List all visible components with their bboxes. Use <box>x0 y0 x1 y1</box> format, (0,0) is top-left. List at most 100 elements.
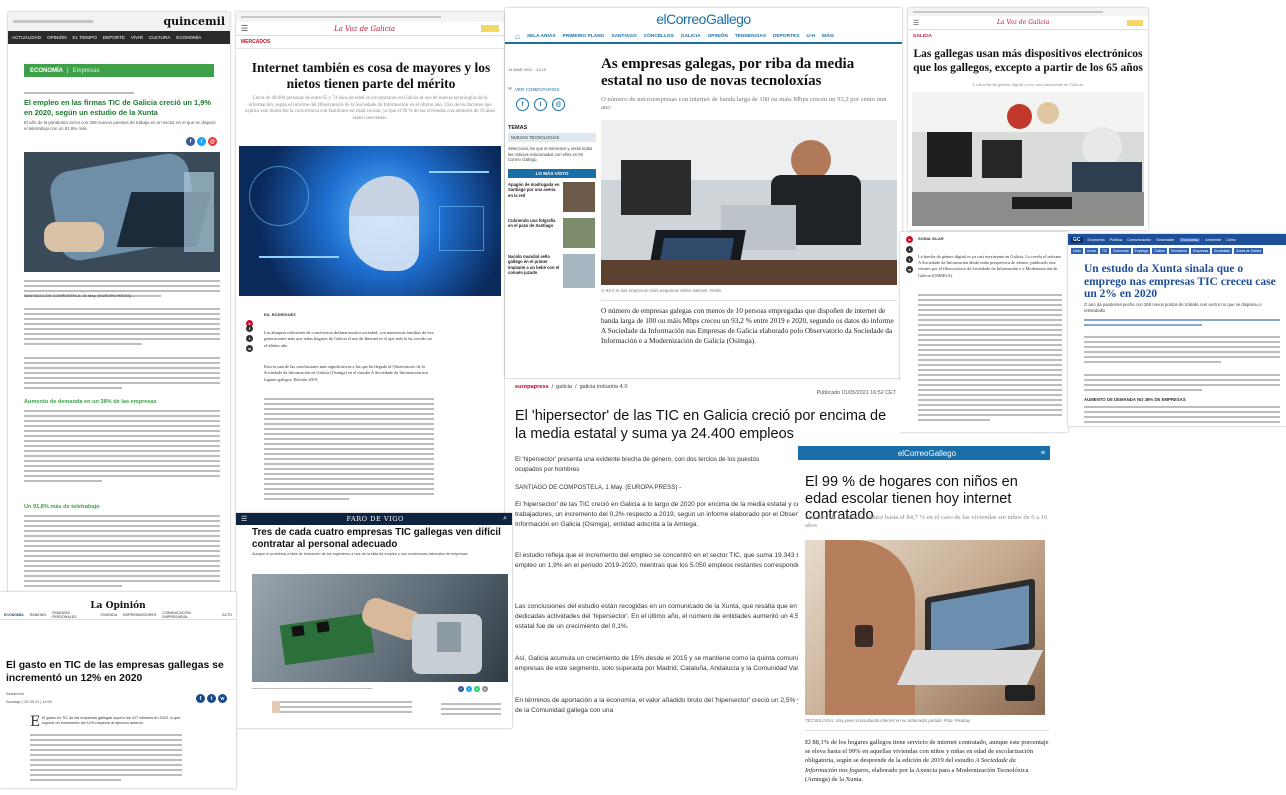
nav-item[interactable]: VIVIENDA <box>100 613 117 617</box>
menu-icon[interactable]: ≡ <box>1041 450 1045 457</box>
tag[interactable]: Xunta <box>1084 248 1098 254</box>
nav-item[interactable]: Comunicación <box>1127 238 1151 242</box>
facebook-icon[interactable]: f <box>906 246 913 253</box>
faro-logo[interactable]: FARO DE VIGO <box>346 515 403 523</box>
most-viewed-thumb <box>563 253 595 288</box>
voz1-section[interactable]: MERCADOS <box>236 36 504 49</box>
tag[interactable]: Galicia <box>1152 248 1167 254</box>
nav-item[interactable]: ACTU <box>222 613 232 617</box>
nav-item[interactable]: COMUNICACIÓN EMPRESARIAL <box>162 611 216 619</box>
quincemil-topbar-links[interactable] <box>13 20 93 23</box>
tag[interactable]: Empresas <box>1190 248 1211 254</box>
article-photo-circuit-board <box>252 574 508 682</box>
tag[interactable]: Inicio <box>1071 248 1083 254</box>
article-title: El empleo en las firmas TIC de Galicia c… <box>24 98 211 117</box>
article-photo-robot-head <box>239 146 501 296</box>
nav-item[interactable]: CULTURA <box>149 35 170 40</box>
email-icon[interactable]: @ <box>208 137 217 146</box>
search-icon[interactable]: ⌕ <box>503 515 507 523</box>
tag[interactable]: Emprego <box>1132 248 1151 254</box>
twitter-icon[interactable]: t <box>534 98 547 111</box>
twitter-icon[interactable]: t <box>466 686 472 692</box>
menu-icon[interactable]: ☰ <box>913 19 919 27</box>
article-date: 14 MAR 2021 · 13:19 <box>508 67 547 72</box>
voz2-section[interactable]: GALICIA <box>908 30 1148 41</box>
voz1-topbar-links[interactable] <box>241 16 441 18</box>
nav-item[interactable]: ECONOMÍA <box>4 613 24 617</box>
nav-item[interactable]: TENDENCIAS <box>735 34 766 39</box>
email-icon[interactable]: @ <box>482 686 488 692</box>
comments-link[interactable]: ✉ VER COMENTARIOS <box>508 86 596 92</box>
nav-item[interactable]: Cienc <box>1226 238 1236 242</box>
voz2-logo[interactable]: La Voz de Galicia <box>997 19 1049 26</box>
nav-item[interactable]: XELA ARIAS <box>527 34 556 39</box>
correo1-logo[interactable]: elCorreoGallego <box>656 11 751 27</box>
facebook-icon[interactable]: f <box>196 694 205 703</box>
nav-item[interactable]: CONCELLOS <box>644 34 674 39</box>
nav-item[interactable]: OPINIÓN <box>47 35 66 40</box>
facebook-icon[interactable]: f <box>458 686 464 692</box>
whatsapp-icon[interactable]: w <box>906 266 913 273</box>
correo2-logo[interactable]: elCorreoGallego <box>898 449 956 458</box>
facebook-icon[interactable]: f <box>246 325 253 332</box>
most-viewed-item[interactable]: Cubriendo una fotgrafía en el pazo de Sa… <box>508 217 596 248</box>
breadcrumb-item[interactable]: galicia <box>556 384 572 390</box>
menu-icon[interactable]: ☰ <box>241 515 247 523</box>
nav-item[interactable]: ECONOMÍA <box>176 35 201 40</box>
most-viewed-title: Nacido mundial sello gallego en el prime… <box>508 253 560 275</box>
nav-item[interactable]: EL TIEMPO <box>73 35 97 40</box>
tag[interactable]: Tecnoloxía <box>1168 248 1189 254</box>
nav-item[interactable]: SANTIAGO <box>611 34 636 39</box>
nav-item[interactable]: ACTUALIDAD <box>12 35 41 40</box>
whatsapp-icon[interactable]: w <box>246 345 253 352</box>
article-body-block-3 <box>24 357 220 392</box>
nav-item[interactable]: Economía <box>1088 238 1105 242</box>
facebook-icon[interactable]: f <box>186 137 195 146</box>
nav-item[interactable]: U-H <box>806 34 815 39</box>
article-body-block-4 <box>24 410 220 485</box>
subscribe-button[interactable] <box>1126 19 1143 26</box>
twitter-icon[interactable]: t <box>207 694 216 703</box>
quincemil-logo[interactable]: quincemil <box>163 15 225 28</box>
nav-item[interactable]: EMPRENDEDORES <box>123 613 156 617</box>
opinion-logo[interactable]: La Opinión <box>90 601 145 611</box>
xunta-logo[interactable]: GC <box>1071 236 1083 243</box>
voz1-logo[interactable]: La Voz de Galicia <box>334 25 395 33</box>
twitter-icon[interactable]: t <box>197 137 206 146</box>
subscribe-button[interactable] <box>481 25 499 32</box>
nav-item[interactable]: RANKING <box>30 613 46 617</box>
whatsapp-icon[interactable]: w <box>474 686 480 692</box>
email-icon[interactable]: @ <box>552 98 565 111</box>
most-viewed-item[interactable]: Apagón de madrugada en Santiago por una … <box>508 181 596 212</box>
nav-item[interactable]: Sociedade <box>1156 238 1174 242</box>
most-viewed-item[interactable]: Nacido mundial sello gallego en el prime… <box>508 253 596 288</box>
nav-item[interactable]: DEPORTES <box>773 34 799 39</box>
whatsapp-icon[interactable]: w <box>218 694 227 703</box>
nav-item[interactable]: Economía <box>1179 237 1201 242</box>
nav-item[interactable]: Política <box>1110 238 1122 242</box>
nav-item[interactable]: Ambiente <box>1205 238 1221 242</box>
nav-item[interactable]: DEPORTE <box>103 35 125 40</box>
tag[interactable]: Economía <box>1111 248 1131 254</box>
nav-item[interactable]: MÁIS <box>822 34 834 39</box>
home-icon[interactable]: ⌂ <box>515 32 520 41</box>
section-banner[interactable]: ECONOMÍA | Empresas <box>24 64 214 77</box>
correo1-nav: ⌂ XELA ARIAS PRIMEIRO PLANO SANTIAGO CON… <box>505 30 902 44</box>
menu-icon[interactable]: ☰ <box>241 24 248 33</box>
nav-item[interactable]: PRIMEIRO PLANO <box>563 34 605 39</box>
temas-tag[interactable]: NUEVAS TECNOLOGÍAS <box>508 133 596 142</box>
nav-item[interactable]: GALICIA <box>681 34 701 39</box>
nav-item[interactable]: VIVIR <box>131 35 143 40</box>
facebook-icon[interactable]: f <box>516 98 529 111</box>
tag[interactable]: Xunta de Galicia <box>1234 248 1264 254</box>
twitter-icon[interactable]: t <box>246 335 253 342</box>
tag[interactable]: TIC <box>1099 248 1110 254</box>
ep-brand[interactable]: europapress <box>515 384 549 390</box>
breadcrumb-item[interactable]: galicia industria 4.0 <box>580 384 628 390</box>
twitter-icon[interactable]: t <box>906 256 913 263</box>
nav-item[interactable]: FINANZAS PERSONALES <box>52 611 94 619</box>
nav-item[interactable]: OPINIÓN <box>708 34 728 39</box>
clipping-voz-dispositivos: ☰ La Voz de Galicia GALICIA Las gallegas… <box>908 8 1148 230</box>
tag[interactable]: Sociedade <box>1212 248 1233 254</box>
voz2-topbar-links[interactable] <box>913 11 1103 13</box>
